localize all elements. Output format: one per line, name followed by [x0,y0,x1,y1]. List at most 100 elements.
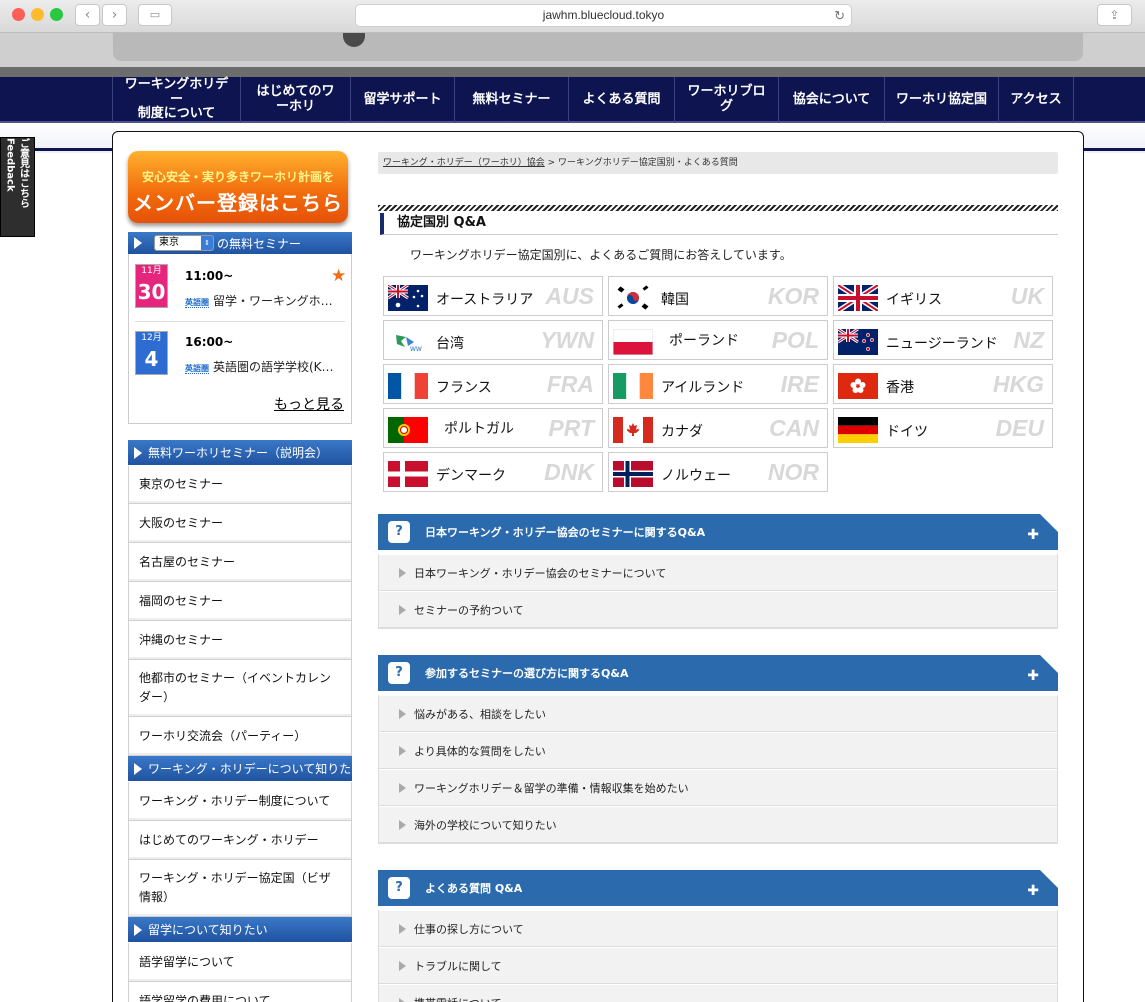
country-code: CAN [769,415,819,441]
nav-item[interactable]: アクセス [998,77,1074,123]
sidebar-link-label: 沖縄のセミナー [139,632,224,647]
address-bar[interactable]: jawhm.bluecloud.tokyo ↻ [355,4,852,27]
country-name: 台湾 [436,336,464,352]
seminar-header: 東京 ⇕ の無料セミナー [128,232,352,254]
member-register-banner[interactable]: 安心安全・実り多きワーホリ計画を メンバー登録はこちら [128,151,348,223]
qa-link[interactable]: 悩みがある、相談をしたい [379,695,1057,732]
qa-section-header[interactable]: ? 参加するセミナーの選び方に関するQ&A ✚ [378,655,1058,691]
country-name: デンマーク [436,468,506,484]
country-button-dk[interactable]: デンマーク DNK [383,452,603,492]
country-button-no[interactable]: ノルウェー NOR [608,452,828,492]
hk-flag-icon [838,373,878,399]
nav-item[interactable]: ワーホリ協定国 [884,77,998,123]
country-button-tw[interactable]: WW 台湾 YWN [383,320,603,360]
qa-link[interactable]: トラブルに関して [379,947,1057,984]
country-name: 香港 [886,380,914,396]
sidebar-link[interactable]: 語学留学について [128,943,352,982]
hatch-divider [378,205,1058,211]
qa-link[interactable]: 携帯電話について [379,984,1057,1002]
sidebar-link[interactable]: 名古屋のセミナー [128,543,352,582]
country-button-de[interactable]: ドイツ DEU [833,408,1053,448]
country-button-uk[interactable]: イギリス UK [833,276,1053,316]
sidebar-link[interactable]: 東京のセミナー [128,466,352,504]
header-corner-notch [1040,655,1058,673]
country-button-pl[interactable]: ポーランド POL [608,320,828,360]
triangle-right-icon [399,997,406,1002]
qa-link[interactable]: セミナーの予約ついて [379,591,1057,628]
sidebar-link[interactable]: ワーキング・ホリデー協定国（ビザ情報） [128,860,352,917]
qa-link[interactable]: ワーキングホリデー＆留学の準備・情報収集を始めたい [379,769,1057,806]
feedback-tab[interactable]: ご意見はこちら Feedback [0,137,35,237]
qa-link[interactable]: 海外の学校について知りたい [379,806,1057,843]
qa-link[interactable]: より具体的な質問をしたい [379,732,1057,769]
country-button-au[interactable]: オーストラリア AUS [383,276,603,316]
country-button-ie[interactable]: アイルランド IRE [608,364,828,404]
nz-flag-icon [838,329,878,355]
sidebar-link[interactable]: はじめてのワーキング・ホリデー [128,821,352,860]
sidebar-link[interactable]: 大阪のセミナー [128,504,352,543]
region-select[interactable]: 東京 ⇕ [154,235,214,251]
sidebar-link[interactable]: ワーホリ交流会（パーティー） [128,717,352,756]
arrow-right-icon [134,446,142,459]
forward-icon[interactable]: › [102,4,127,26]
close-window-icon[interactable] [12,8,25,21]
nav-item[interactable]: 無料セミナー [454,77,568,123]
nav-item[interactable]: はじめてのワーホリ [240,77,350,123]
country-button-nz[interactable]: ニュージーランド NZ [833,320,1053,360]
qa-section-header[interactable]: ? よくある質問 Q&A ✚ [378,870,1058,906]
qa-link-label: セミナーの予約ついて [414,603,524,617]
qa-link[interactable]: 仕事の探し方について [379,910,1057,947]
nav-item-label: 無料セミナー [472,91,551,107]
nav-item[interactable]: 協会について [778,77,884,123]
country-button-kr[interactable]: 韓国 KOR [608,276,828,316]
sidebar-section-header: ワーキング・ホリデーについて知りたい [128,756,352,781]
nav-item-label: アクセス [1010,91,1062,107]
country-code: FRA [546,371,594,397]
sidebar-link[interactable]: 沖縄のセミナー [128,621,352,660]
back-icon[interactable]: ‹ [75,4,100,26]
country-button-ca[interactable]: カナダ CAN [608,408,828,448]
nav-item-label: ワーキングホリデー 制度について [124,76,229,122]
seminar-header-label: の無料セミナー [217,236,302,251]
nav-item[interactable]: ワーキングホリデー 制度について [112,77,240,123]
sidebar-link-label: ワーホリ交流会（パーティー） [139,728,307,743]
nav-item[interactable]: 留学サポート [350,77,454,123]
expand-plus-icon[interactable]: ✚ [1027,527,1039,543]
nav-item-label: ワーホリブログ [687,84,766,114]
qa-link[interactable]: 日本ワーキング・ホリデー協会のセミナーについて [379,554,1057,591]
expand-plus-icon[interactable]: ✚ [1027,668,1039,684]
arrow-right-icon [134,237,142,249]
header-corner-notch [1040,870,1058,888]
country-button-hk[interactable]: 香港 HKG [833,364,1053,404]
sidebar-toggle-icon[interactable]: ▭ [138,4,172,26]
seminar-time: 16:00~ [185,335,234,349]
sidebar-link-label: ワーキング・ホリデー協定国（ビザ情報） [139,871,331,904]
sidebar-link[interactable]: 他都市のセミナー（イベントカレンダー） [128,660,352,717]
qa-section-header[interactable]: ? 日本ワーキング・ホリデー協会のセミナーに関するQ&A ✚ [378,514,1058,550]
country-code: DNK [544,459,594,485]
sidebar-link-label: ワーキング・ホリデー制度について [139,793,331,808]
sidebar-link[interactable]: 福岡のセミナー [128,582,352,621]
nav-item[interactable]: よくある質問 [568,77,674,123]
share-icon[interactable]: ⇪ [1097,4,1132,26]
maximize-window-icon[interactable] [50,8,63,21]
breadcrumb-home[interactable]: ワーキング・ホリデー（ワーホリ）協会 [383,158,545,168]
minimize-window-icon[interactable] [31,8,44,21]
country-button-pt[interactable]: ポルトガル PRT [383,408,603,448]
arrow-right-icon [134,762,142,775]
country-button-fr[interactable]: フランス FRA [383,364,603,404]
country-name: ニュージーランド [886,336,998,352]
nav-item[interactable]: ワーホリブログ [674,77,778,123]
country-code: IRE [780,371,819,397]
sidebar-link[interactable]: 語学留学の費用について [128,982,352,1002]
country-name: ポルトガル [444,421,514,437]
reload-icon[interactable]: ↻ [834,5,845,26]
more-seminars-link[interactable]: もっと見る [274,394,344,414]
seminar-title-link[interactable]: 英語圏 英語圏の語学学校(K… [185,358,334,375]
seminar-title-link[interactable]: 英語圏 留学・ワーキングホ… [185,292,333,309]
expand-plus-icon[interactable]: ✚ [1027,883,1039,899]
sidebar-link[interactable]: ワーキング・ホリデー制度について [128,782,352,821]
nav-item-label: ワーホリ協定国 [896,91,988,107]
qa-link-label: 日本ワーキング・ホリデー協会のセミナーについて [414,566,667,580]
country-name: オーストラリア [436,292,534,308]
